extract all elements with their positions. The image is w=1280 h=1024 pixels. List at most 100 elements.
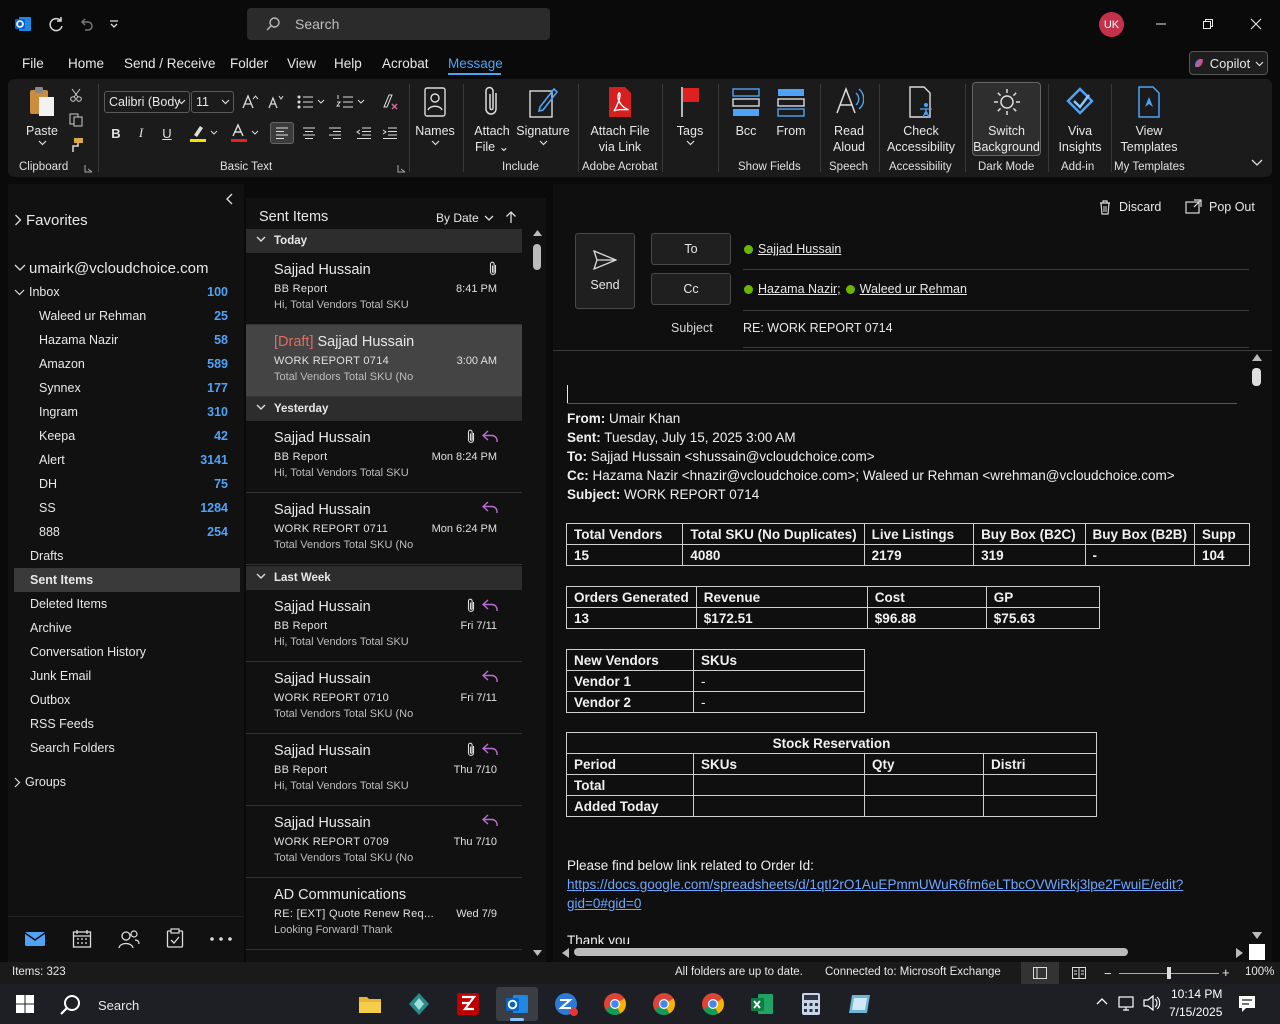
undo-icon[interactable] xyxy=(74,12,98,36)
minimize-button[interactable] xyxy=(1146,10,1176,38)
sync-icon[interactable] xyxy=(44,12,68,36)
scroll-down-icon[interactable] xyxy=(533,950,542,956)
decrease-indent-icon[interactable] xyxy=(352,122,376,144)
avatar[interactable]: UK xyxy=(1099,12,1124,37)
zoom-slider-thumb[interactable] xyxy=(1167,967,1171,979)
to-button[interactable]: To xyxy=(651,233,731,265)
to-recipient[interactable]: Sajjad Hussain xyxy=(758,242,841,256)
nav-folder-conversation-history[interactable]: Conversation History xyxy=(14,640,240,664)
nav-folder-outbox[interactable]: Outbox xyxy=(14,688,240,712)
account-header[interactable]: umairk@vcloudchoice.com xyxy=(14,256,246,280)
nav-folder-rss-feeds[interactable]: RSS Feeds xyxy=(14,712,240,736)
zoom-in-button[interactable]: + xyxy=(1222,965,1230,980)
scroll-left-icon[interactable] xyxy=(562,948,569,958)
reading-view-icon[interactable] xyxy=(1072,967,1086,979)
scroll-up-icon[interactable] xyxy=(533,230,542,236)
excel-icon[interactable] xyxy=(741,987,783,1021)
more-apps-icon[interactable] xyxy=(210,937,232,941)
chrome-icon[interactable] xyxy=(692,987,734,1021)
discard-button[interactable]: Discard xyxy=(1098,199,1161,215)
nav-folder-amazon[interactable]: Amazon 589 xyxy=(14,352,240,376)
menu-message[interactable]: Message xyxy=(448,56,503,71)
check-accessibility-button[interactable]: Check Accessibility xyxy=(884,83,958,155)
body-scroll-thumb[interactable] xyxy=(1252,368,1261,386)
menu-view[interactable]: View xyxy=(287,56,316,71)
bcc-button[interactable]: Bcc xyxy=(726,83,766,139)
outlook-taskbar-icon[interactable] xyxy=(496,987,538,1021)
bold-button[interactable]: B xyxy=(106,122,126,144)
subject-input[interactable]: RE: WORK REPORT 0714 xyxy=(743,321,893,335)
attach-file-button[interactable]: Attach File ⌄ xyxy=(469,83,515,155)
show-hidden-icons[interactable] xyxy=(1096,997,1108,1005)
nav-folder-dh[interactable]: DH 75 xyxy=(14,472,240,496)
nav-folder-search-folders[interactable]: Search Folders xyxy=(14,736,240,760)
pop-out-button[interactable]: Pop Out xyxy=(1185,199,1255,214)
calendar-icon[interactable] xyxy=(72,929,92,949)
volume-icon[interactable] xyxy=(1143,995,1161,1011)
align-left-button[interactable] xyxy=(270,122,294,144)
zoom-level[interactable]: 100% xyxy=(1245,966,1274,978)
nav-folder-sent-items[interactable]: Sent Items xyxy=(14,568,240,592)
menu-send-receive[interactable]: Send / Receive xyxy=(124,56,216,71)
nav-inbox[interactable]: Inbox 100 xyxy=(14,280,240,304)
nav-folder-888[interactable]: 888 254 xyxy=(14,520,240,544)
paste-button[interactable]: Paste xyxy=(22,83,62,147)
cut-icon[interactable] xyxy=(66,86,86,104)
message-item[interactable]: Sajjad Hussain WORK REPORT 0710 Total Vend… xyxy=(246,662,522,734)
menu-folder[interactable]: Folder xyxy=(230,56,268,71)
cc-recipient[interactable]: Waleed ur Rehman xyxy=(860,282,967,296)
nav-folder-drafts[interactable]: Drafts xyxy=(14,544,240,568)
chrome-icon[interactable] xyxy=(643,987,685,1021)
favorites-header[interactable]: Favorites xyxy=(14,208,246,232)
dialog-launcher-icon[interactable] xyxy=(83,163,93,173)
tasks-icon[interactable] xyxy=(166,928,184,948)
list-group-header[interactable]: Yesterday xyxy=(246,397,522,421)
to-recipients[interactable]: Sajjad Hussain xyxy=(744,242,841,256)
scroll-right-icon[interactable] xyxy=(1236,948,1243,958)
windows-start-icon[interactable] xyxy=(4,987,46,1021)
menu-acrobat[interactable]: Acrobat xyxy=(382,56,429,71)
groups-header[interactable]: Groups xyxy=(14,770,246,794)
nav-folder-hazama-nazir[interactable]: Hazama Nazir 58 xyxy=(14,328,240,352)
body-horizontal-scrollbar[interactable] xyxy=(560,945,1248,959)
calculator-icon[interactable] xyxy=(790,987,832,1021)
collapse-pane-icon[interactable] xyxy=(223,191,237,207)
italic-button[interactable]: I xyxy=(131,122,151,144)
filezilla-icon[interactable] xyxy=(447,987,489,1021)
scroll-up-icon[interactable] xyxy=(1252,354,1262,361)
nav-folder-alert[interactable]: Alert 3141 xyxy=(14,448,240,472)
mail-icon[interactable] xyxy=(24,931,46,947)
network-icon[interactable] xyxy=(1118,995,1136,1011)
numbering-icon[interactable] xyxy=(334,91,368,113)
zoom-out-button[interactable]: − xyxy=(1104,966,1112,981)
copilot-button[interactable]: Copilot xyxy=(1189,51,1268,75)
chrome-icon[interactable] xyxy=(594,987,636,1021)
cc-recipient[interactable]: Hazama Nazir; xyxy=(758,282,841,296)
font-name-dropdown[interactable]: Calibri (Body xyxy=(104,91,190,113)
nav-folder-ingram[interactable]: Ingram 310 xyxy=(14,400,240,424)
nav-folder-synnex[interactable]: Synnex 177 xyxy=(14,376,240,400)
tags-button[interactable]: Tags xyxy=(670,83,710,147)
list-scroll-thumb[interactable] xyxy=(533,244,541,270)
from-button[interactable]: From xyxy=(771,83,811,139)
people-icon[interactable] xyxy=(118,929,140,949)
scroll-down-icon[interactable] xyxy=(1252,932,1262,939)
dialog-launcher-icon[interactable] xyxy=(396,163,406,173)
cc-button[interactable]: Cc xyxy=(651,273,731,305)
order-link[interactable]: https://docs.google.com/spreadsheets/d/1… xyxy=(567,877,1183,892)
align-right-button[interactable] xyxy=(323,122,347,144)
increase-indent-icon[interactable] xyxy=(378,122,402,144)
nav-folder-deleted-items[interactable]: Deleted Items xyxy=(14,592,240,616)
ribbon-collapse-icon[interactable] xyxy=(1249,155,1265,171)
search-box[interactable]: Search xyxy=(247,8,550,40)
list-scrollbar[interactable] xyxy=(530,228,544,962)
app-icon-diamond[interactable] xyxy=(398,987,440,1021)
list-group-header[interactable]: Last Week xyxy=(246,566,522,590)
sort-direction-icon[interactable] xyxy=(505,210,517,224)
attach-via-link-button[interactable]: Attach File via Link xyxy=(584,83,656,155)
shrink-font-icon[interactable] xyxy=(266,92,286,112)
body-hscroll-thumb[interactable] xyxy=(574,948,1128,956)
message-item[interactable]: AD Communications RE: [EXT] Quote Renew R… xyxy=(246,878,522,950)
read-aloud-button[interactable]: Read Aloud xyxy=(827,83,871,155)
nav-folder-junk-email[interactable]: Junk Email xyxy=(14,664,240,688)
